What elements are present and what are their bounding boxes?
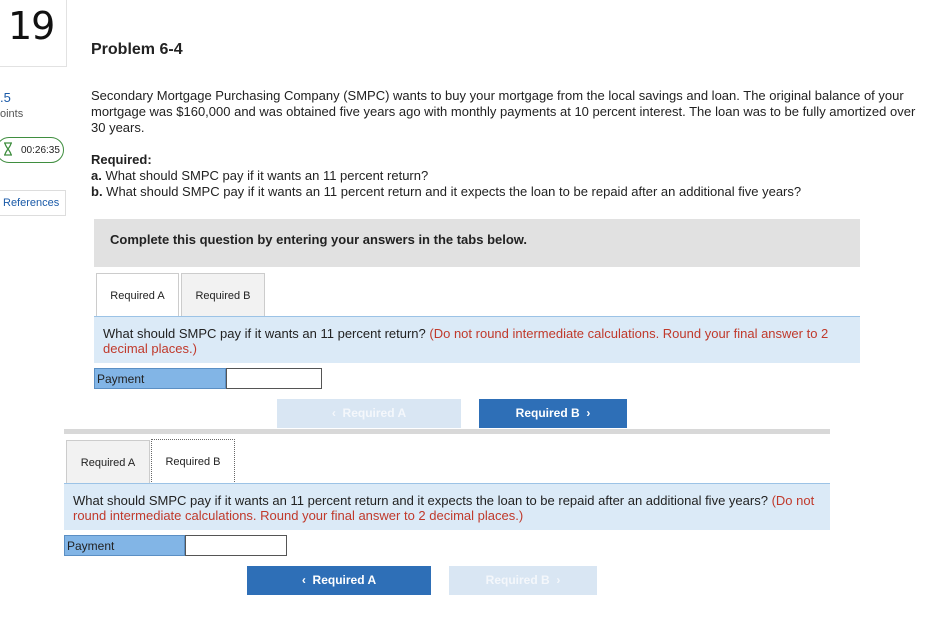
tab-required-a[interactable]: Required A xyxy=(96,273,179,317)
payment-a-input[interactable] xyxy=(226,368,322,389)
required-b-prefix: b. xyxy=(91,184,103,199)
question-a-box: What should SMPC pay if it wants an 11 p… xyxy=(94,316,860,363)
problem-title: Problem 6-4 xyxy=(91,41,183,58)
question-number: 19 xyxy=(8,4,55,48)
question-b-text: What should SMPC pay if it wants an 11 p… xyxy=(73,493,768,508)
section-divider xyxy=(64,429,830,434)
chevron-left-icon: ‹ xyxy=(331,406,343,420)
references-button[interactable]: References xyxy=(0,190,66,216)
next-button-label: Required B xyxy=(515,406,580,420)
question-a-text: What should SMPC pay if it wants an 11 p… xyxy=(103,326,426,341)
next-required-b-button[interactable]: Required B › xyxy=(479,399,627,428)
required-b-body: What should SMPC pay if it wants an 11 p… xyxy=(102,184,802,199)
timer-text: 00:26:35 xyxy=(21,145,60,156)
problem-text: Secondary Mortgage Purchasing Company (S… xyxy=(91,88,916,135)
question-number-box: 19 xyxy=(0,0,67,67)
tab-required-a-2[interactable]: Required A xyxy=(66,440,150,484)
prev-button-label: Required A xyxy=(342,406,407,420)
payment-b-label: Payment xyxy=(64,535,185,556)
points-label: oints xyxy=(0,108,24,120)
chevron-right-icon: › xyxy=(579,406,591,420)
prev-button-label: Required A xyxy=(312,573,377,587)
timer[interactable]: 00:26:35 xyxy=(0,137,64,163)
instruction-banner: Complete this question by entering your … xyxy=(94,219,860,267)
question-b-box: What should SMPC pay if it wants an 11 p… xyxy=(64,483,830,530)
tab-required-b-2[interactable]: Required B xyxy=(151,439,235,484)
required-a-prefix: a. xyxy=(91,168,102,183)
points-value: .5 xyxy=(0,90,11,105)
payment-a-label: Payment xyxy=(94,368,226,389)
hourglass-icon xyxy=(4,142,12,156)
required-a-text: a. What should SMPC pay if it wants an 1… xyxy=(91,168,428,183)
required-b-text: b. What should SMPC pay if it wants an 1… xyxy=(91,184,801,199)
chevron-left-icon: ‹ xyxy=(301,573,313,587)
prev-required-a-button[interactable]: ‹ Required A xyxy=(247,566,431,595)
next-button-label: Required B xyxy=(485,573,550,587)
required-heading: Required: xyxy=(91,152,152,167)
required-a-body: What should SMPC pay if it wants an 11 p… xyxy=(101,168,429,183)
prev-required-a-button-disabled: ‹ Required A xyxy=(277,399,461,428)
next-required-b-button-disabled: Required B › xyxy=(449,566,597,595)
chevron-right-icon: › xyxy=(549,573,561,587)
payment-b-input[interactable] xyxy=(185,535,287,556)
tab-required-b[interactable]: Required B xyxy=(181,273,265,317)
